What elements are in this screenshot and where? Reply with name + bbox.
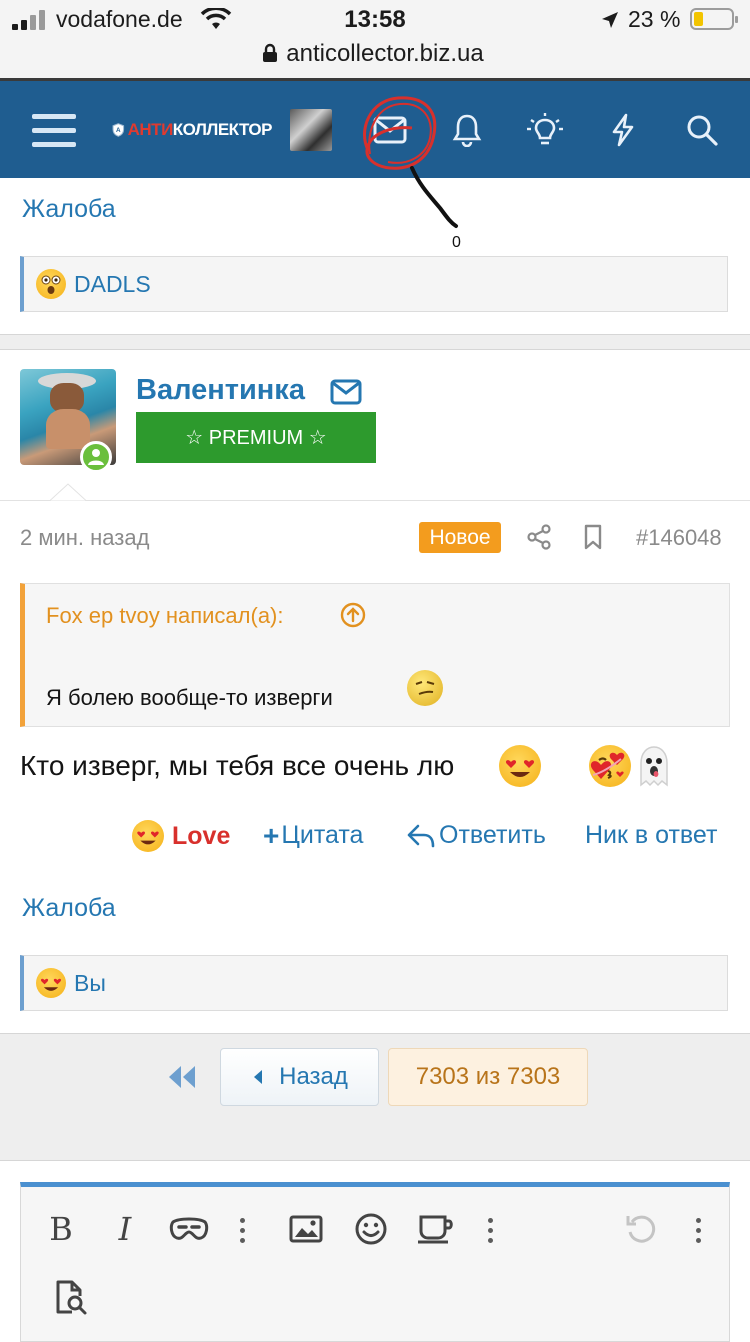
user-avatar[interactable] <box>289 81 333 178</box>
reply-button[interactable]: Ответить <box>406 821 546 850</box>
love-reaction-button[interactable]: Love <box>132 820 230 852</box>
smile-icon <box>355 1213 387 1245</box>
reactions-text: Вы <box>74 969 106 996</box>
annotation-number: 0 <box>452 234 461 251</box>
back-label: Назад <box>279 1063 348 1090</box>
italic-icon: I <box>118 1210 132 1248</box>
post-header-divider <box>0 500 750 501</box>
back-button[interactable]: Назад <box>220 1048 379 1106</box>
post-time[interactable]: 2 мин. назад <box>20 525 149 551</box>
undo-icon <box>626 1215 656 1243</box>
insert-image-button[interactable] <box>286 1209 326 1249</box>
caret-left-icon <box>254 1070 263 1084</box>
insert-media-button[interactable] <box>414 1209 458 1249</box>
post-number[interactable]: #146048 <box>636 525 722 551</box>
post-author-name[interactable]: Валентинка <box>136 374 305 407</box>
reactions-bar[interactable]: Вы <box>20 955 728 1011</box>
premium-badge: ☆ PREMIUM ☆ <box>136 412 376 463</box>
love-label: Love <box>172 821 231 850</box>
heart-eyes-icon <box>132 820 164 852</box>
report-link[interactable]: Жалоба <box>22 195 116 224</box>
cup-icon <box>418 1215 453 1244</box>
hearts-emoji <box>590 752 625 779</box>
new-badge: Новое <box>419 522 501 553</box>
ghost-emoji <box>640 746 668 787</box>
battery-icon <box>690 8 738 30</box>
bold-button[interactable]: B <box>41 1209 81 1249</box>
quote-author[interactable]: Fox ep tvoy написал(а): <box>46 603 284 629</box>
annotation-circle <box>363 96 458 228</box>
logo-text-collector: КОЛЛЕКТОР <box>172 119 273 139</box>
online-status-icon <box>80 441 112 473</box>
reply-editor[interactable]: B I <box>20 1182 730 1342</box>
svg-text:A: A <box>116 127 121 134</box>
search-icon[interactable] <box>684 81 720 178</box>
reply-label: Ответить <box>439 821 546 849</box>
more-options-icon[interactable] <box>487 1215 493 1245</box>
location-arrow-icon <box>602 12 618 28</box>
emoji-button[interactable] <box>351 1209 391 1249</box>
more-options-icon[interactable] <box>695 1215 701 1245</box>
pointer-arrow <box>50 483 86 501</box>
mask-icon <box>169 1217 209 1240</box>
quote-label: Цитата <box>281 821 364 849</box>
document-search-icon <box>56 1280 87 1315</box>
battery-level <box>694 12 704 26</box>
more-options-icon[interactable] <box>239 1215 245 1245</box>
post-body-emojis <box>499 745 679 787</box>
undo-button[interactable] <box>621 1209 661 1249</box>
heart-eyes-emoji <box>499 745 541 787</box>
reply-arrow-icon <box>407 824 435 847</box>
preview-button[interactable] <box>51 1277 91 1317</box>
lightbulb-icon[interactable] <box>524 81 566 178</box>
envelope-icon[interactable] <box>330 379 362 405</box>
plus-icon: + <box>263 819 280 851</box>
first-page-icon[interactable] <box>166 1064 198 1090</box>
reactions-text: DADLS <box>74 270 151 297</box>
quote-button[interactable]: + Цитата <box>263 821 363 850</box>
hamburger-menu-icon[interactable] <box>30 81 78 178</box>
lightning-icon[interactable] <box>606 81 640 178</box>
nick-reply-button[interactable]: Ник в ответ <box>585 821 717 850</box>
page-label: 7303 из 7303 <box>415 1063 561 1090</box>
spoiler-button[interactable] <box>167 1209 211 1249</box>
image-icon <box>289 1215 323 1243</box>
address-url[interactable]: anticollector.biz.ua <box>0 40 750 68</box>
italic-button[interactable]: I <box>105 1209 145 1249</box>
page-indicator[interactable]: 7303 из 7303 <box>388 1048 588 1106</box>
arrow-up-circle-icon[interactable] <box>339 601 367 629</box>
battery-percent: 23 % <box>628 6 681 32</box>
reactions-bar[interactable]: DADLS <box>20 256 728 312</box>
report-link[interactable]: Жалоба <box>22 894 116 923</box>
status-bar: vodafone.de 13:58 23 % anticollector.biz… <box>0 0 750 78</box>
bold-icon: B <box>49 1210 73 1248</box>
logo-text-anti: АНТИ <box>127 119 174 139</box>
heart-eyes-emoji <box>36 968 66 998</box>
post-body-content: Кто изверг, мы тебя все очень лю <box>20 750 455 781</box>
post-separator <box>0 334 750 350</box>
share-icon[interactable] <box>525 523 553 551</box>
shocked-face-emoji <box>36 269 66 299</box>
quote-block: Fox ep tvoy написал(а): Я болею вообще-т… <box>20 583 730 727</box>
quote-text: Я болею вообще-то изверги <box>46 685 333 710</box>
post-body-text: Кто изверг, мы тебя все очень лю <box>20 750 454 782</box>
bookmark-icon[interactable] <box>583 524 603 550</box>
shield-icon: A <box>112 122 125 137</box>
smirk-emoji <box>407 670 443 706</box>
site-logo[interactable]: A АНТИ КОЛЛЕКТОР <box>112 81 273 178</box>
